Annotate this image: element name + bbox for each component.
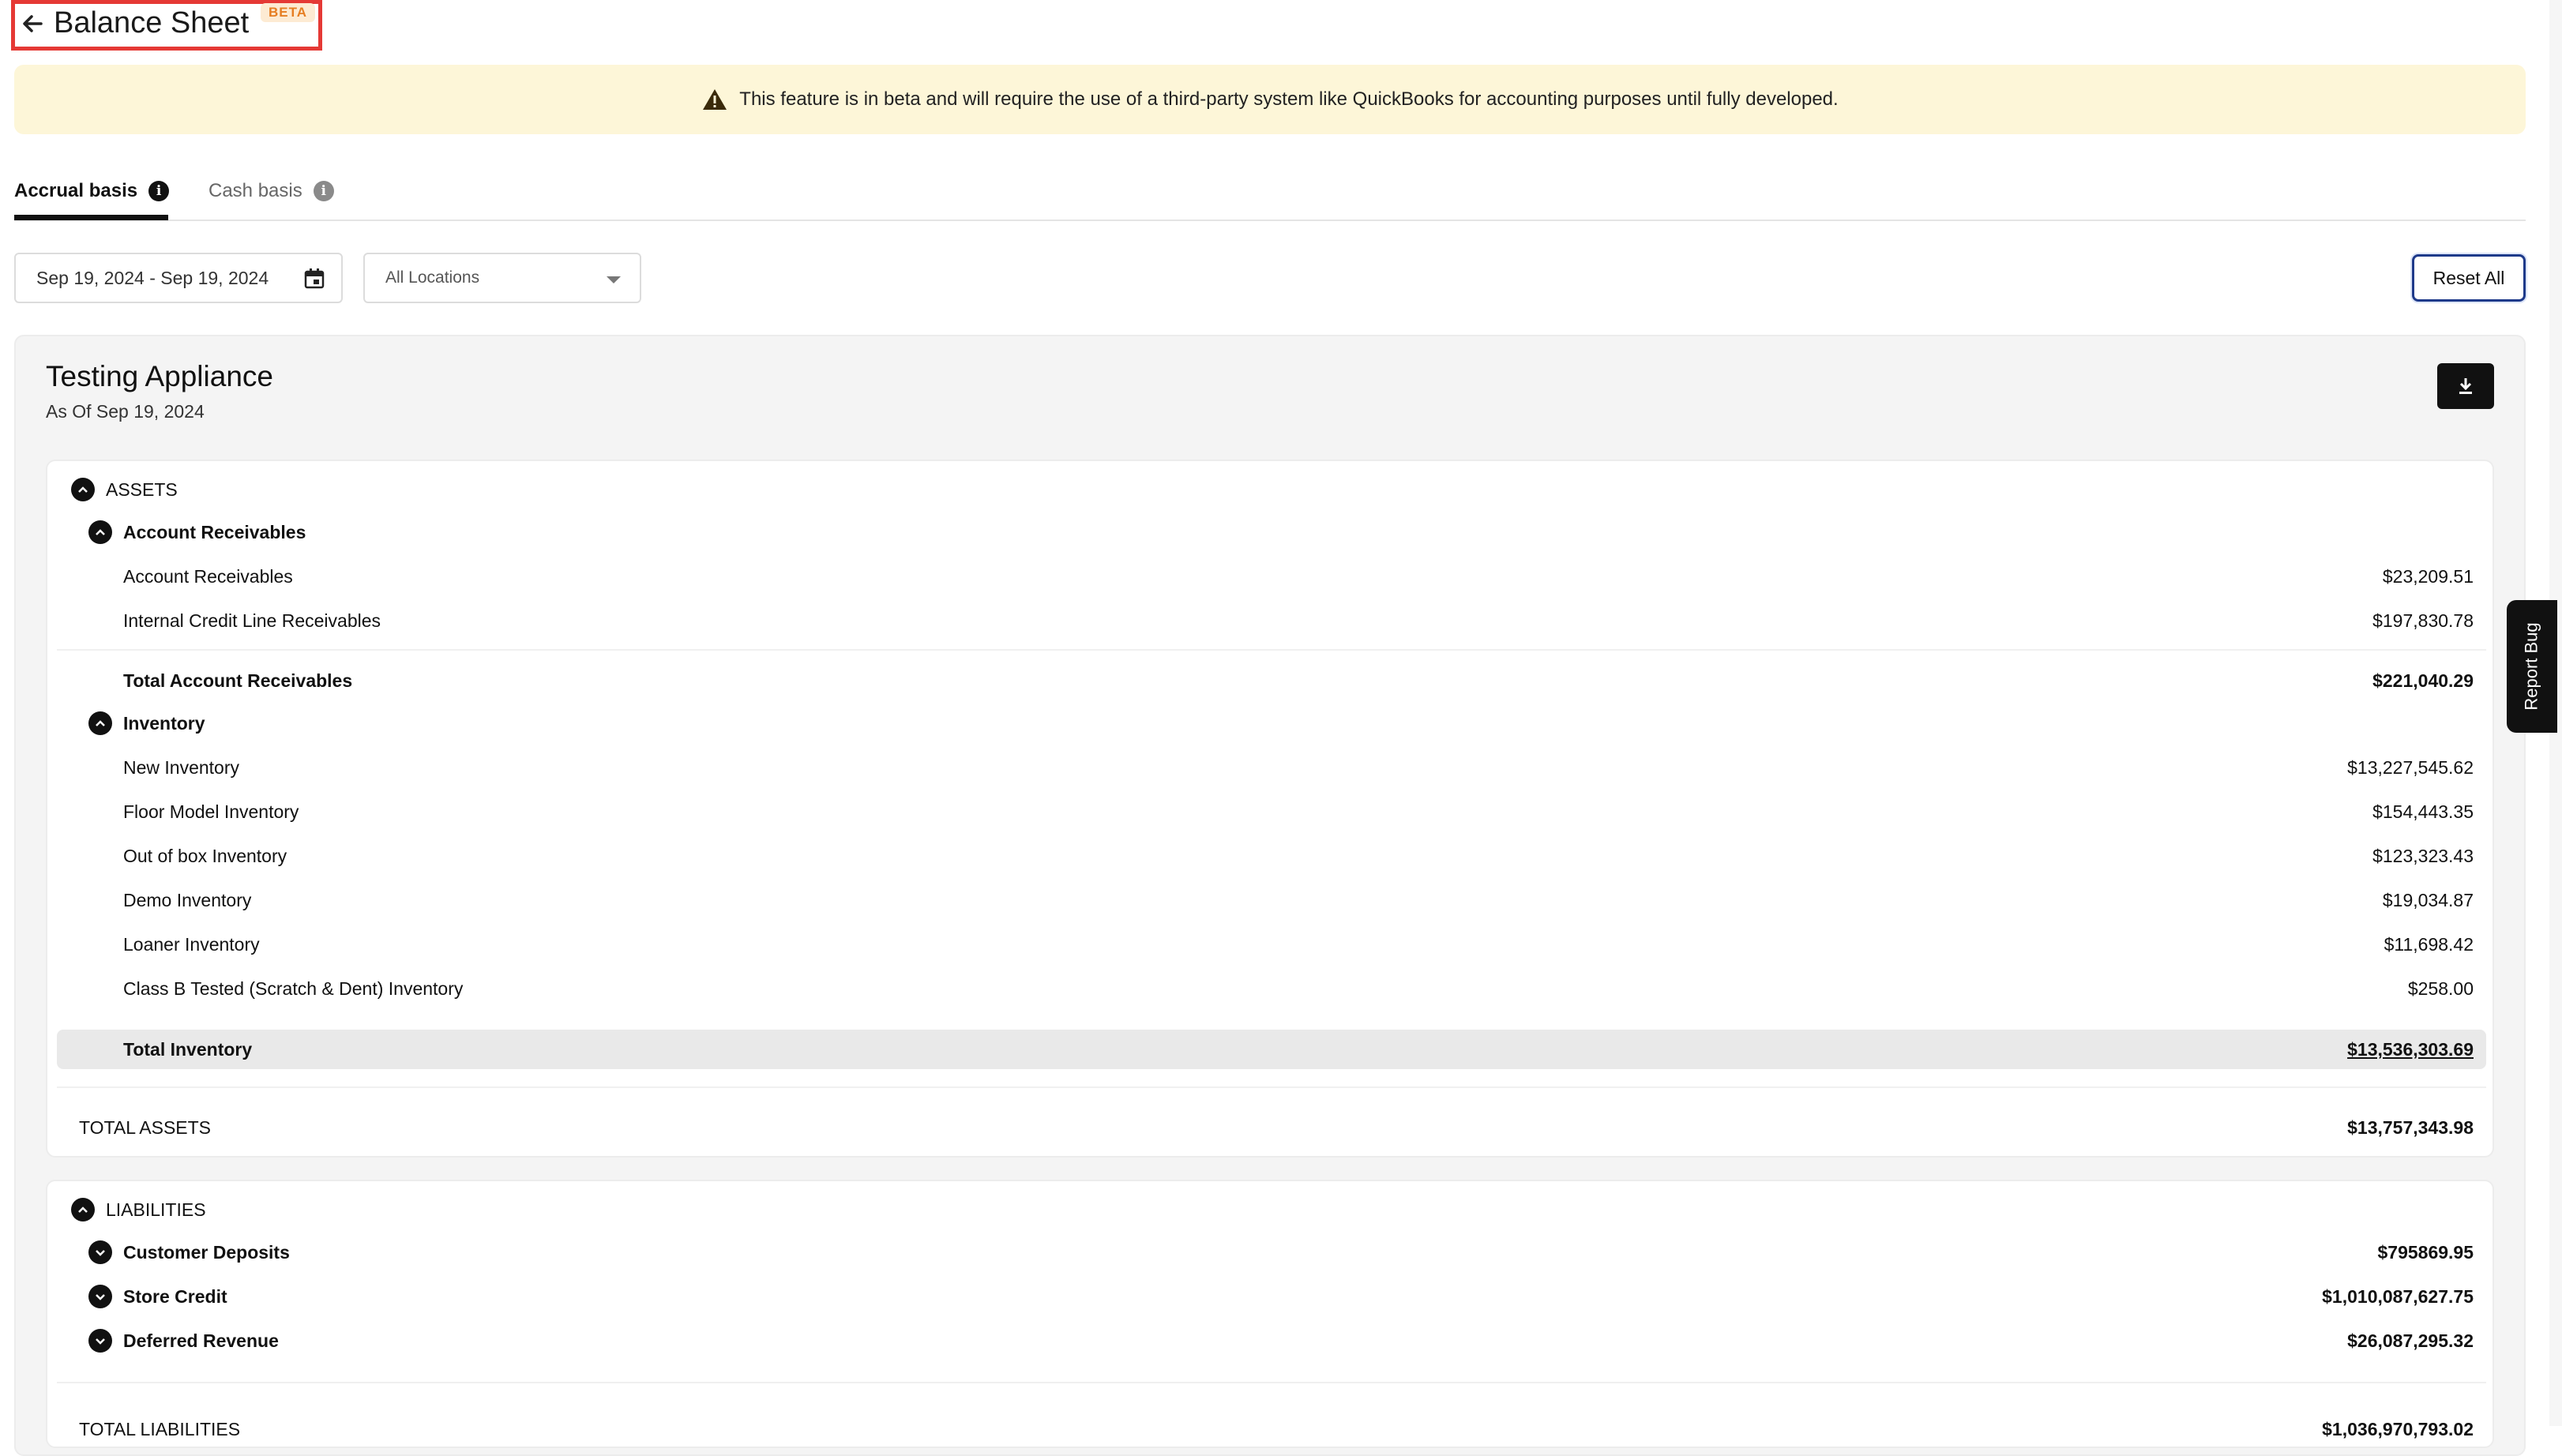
liabilities-section: LIABILITIES Customer Deposits $795869.95… (46, 1180, 2494, 1448)
tab-accrual-basis[interactable]: Accrual basis i (14, 163, 170, 220)
store-credit-row[interactable]: Store Credit $1,010,087,627.75 (47, 1274, 2496, 1319)
back-arrow-icon[interactable] (17, 8, 49, 39)
total-assets-row: TOTAL ASSETS $13,757,343.98 (47, 1105, 2496, 1150)
row-amount: $258.00 (2407, 978, 2474, 999)
row-label: New Inventory (123, 756, 240, 778)
list-item: Demo Inventory $19,034.87 (47, 878, 2496, 922)
beta-warning-banner: This feature is in beta and will require… (14, 65, 2526, 134)
report-bug-button[interactable]: Report Bug (2507, 600, 2557, 733)
row-amount: $13,227,545.62 (2347, 756, 2474, 778)
banner-text: This feature is in beta and will require… (739, 88, 1839, 110)
report-date: As Of Sep 19, 2024 (46, 401, 205, 422)
list-item: Floor Model Inventory $154,443.35 (47, 790, 2496, 834)
deferred-revenue-row[interactable]: Deferred Revenue $26,087,295.32 (47, 1319, 2496, 1363)
report-bug-label: Report Bug (2522, 622, 2542, 711)
row-amount: $123,323.43 (2372, 845, 2474, 866)
row-label: Internal Credit Line Receivables (123, 610, 381, 631)
liabilities-title: LIABILITIES (106, 1199, 206, 1220)
list-item: Internal Credit Line Receivables $197,83… (47, 599, 2496, 643)
account-receivables-title: Account Receivables (123, 521, 306, 542)
total-inventory-row[interactable]: Total Inventory $13,536,303.69 (47, 1027, 2496, 1071)
download-button[interactable] (2437, 363, 2494, 409)
row-label: Demo Inventory (123, 889, 252, 910)
row-label: Class B Tested (Scratch & Dent) Inventor… (123, 978, 464, 999)
chevron-up-icon[interactable] (88, 520, 112, 544)
list-item: Class B Tested (Scratch & Dent) Inventor… (47, 966, 2496, 1011)
row-amount: $1,010,087,627.75 (2322, 1285, 2474, 1307)
total-label: Total Account Receivables (123, 670, 353, 691)
chevron-down-icon[interactable] (88, 1285, 112, 1308)
row-amount: $795869.95 (2377, 1241, 2474, 1263)
row-label: Floor Model Inventory (123, 801, 299, 822)
row-amount: $11,698.42 (2384, 933, 2474, 955)
row-label: Store Credit (123, 1285, 227, 1307)
inventory-header[interactable]: Inventory (47, 701, 2496, 745)
liabilities-header[interactable]: LIABILITIES (47, 1188, 2496, 1232)
chevron-up-icon[interactable] (71, 1198, 95, 1221)
chevron-down-icon[interactable] (88, 1329, 112, 1353)
row-amount: $197,830.78 (2372, 610, 2474, 631)
warning-icon (701, 88, 728, 111)
list-item: Out of box Inventory $123,323.43 (47, 834, 2496, 878)
divider (57, 1086, 2486, 1088)
chevron-down-icon (607, 276, 621, 283)
divider (57, 1382, 2486, 1383)
date-range-value: Sep 19, 2024 - Sep 19, 2024 (36, 267, 269, 288)
tab-accrual-basis-label: Accrual basis (14, 180, 138, 201)
total-amount: $13,757,343.98 (2347, 1116, 2474, 1138)
row-label: Account Receivables (123, 565, 293, 587)
info-icon[interactable]: i (148, 181, 170, 201)
total-amount: $221,040.29 (2372, 670, 2474, 691)
calendar-icon[interactable] (303, 268, 325, 290)
row-label: Customer Deposits (123, 1241, 290, 1263)
row-label: Out of box Inventory (123, 845, 287, 866)
company-name: Testing Appliance (46, 360, 273, 392)
row-amount: $26,087,295.32 (2347, 1330, 2474, 1351)
total-account-receivables-row: Total Account Receivables $221,040.29 (47, 659, 2496, 703)
date-range-picker[interactable]: Sep 19, 2024 - Sep 19, 2024 (14, 253, 343, 303)
row-label: Loaner Inventory (123, 933, 260, 955)
list-item: Account Receivables $23,209.51 (47, 554, 2496, 599)
total-liabilities-row: TOTAL LIABILITIES $1,036,970,793.02 (47, 1407, 2496, 1451)
list-item: Loaner Inventory $11,698.42 (47, 922, 2496, 966)
reset-all-button[interactable]: Reset All (2412, 254, 2526, 302)
chevron-up-icon[interactable] (88, 711, 112, 735)
assets-section: ASSETS Account Receivables Account Recei… (46, 460, 2494, 1158)
row-amount: $154,443.35 (2372, 801, 2474, 822)
download-icon (2459, 378, 2472, 394)
divider (57, 649, 2486, 651)
total-label: Total Inventory (123, 1038, 253, 1060)
row-label: Deferred Revenue (123, 1330, 279, 1351)
total-inventory-link[interactable]: $13,536,303.69 (2347, 1039, 2474, 1060)
tab-cash-basis[interactable]: Cash basis i (208, 163, 334, 220)
assets-title: ASSETS (106, 478, 178, 500)
page-title: Balance Sheet (54, 6, 250, 39)
info-icon[interactable]: i (313, 181, 334, 201)
row-amount: $19,034.87 (2382, 889, 2474, 910)
tab-cash-basis-label: Cash basis (208, 180, 302, 201)
chevron-down-icon[interactable] (88, 1240, 112, 1264)
list-item: New Inventory $13,227,545.62 (47, 745, 2496, 790)
location-value: All Locations (385, 268, 480, 287)
account-receivables-header[interactable]: Account Receivables (47, 510, 2496, 554)
customer-deposits-row[interactable]: Customer Deposits $795869.95 (47, 1230, 2496, 1274)
total-label: TOTAL ASSETS (79, 1116, 212, 1138)
location-select[interactable]: All Locations (363, 253, 641, 303)
row-amount: $23,209.51 (2382, 565, 2474, 587)
assets-header[interactable]: ASSETS (47, 467, 2496, 512)
inventory-title: Inventory (123, 712, 205, 734)
total-label: TOTAL LIABILITIES (79, 1418, 241, 1439)
total-amount: $1,036,970,793.02 (2322, 1418, 2474, 1439)
tabs-divider (14, 220, 2526, 221)
active-tab-indicator (14, 215, 168, 220)
beta-badge: BETA (261, 3, 316, 22)
chevron-up-icon[interactable] (71, 478, 95, 501)
